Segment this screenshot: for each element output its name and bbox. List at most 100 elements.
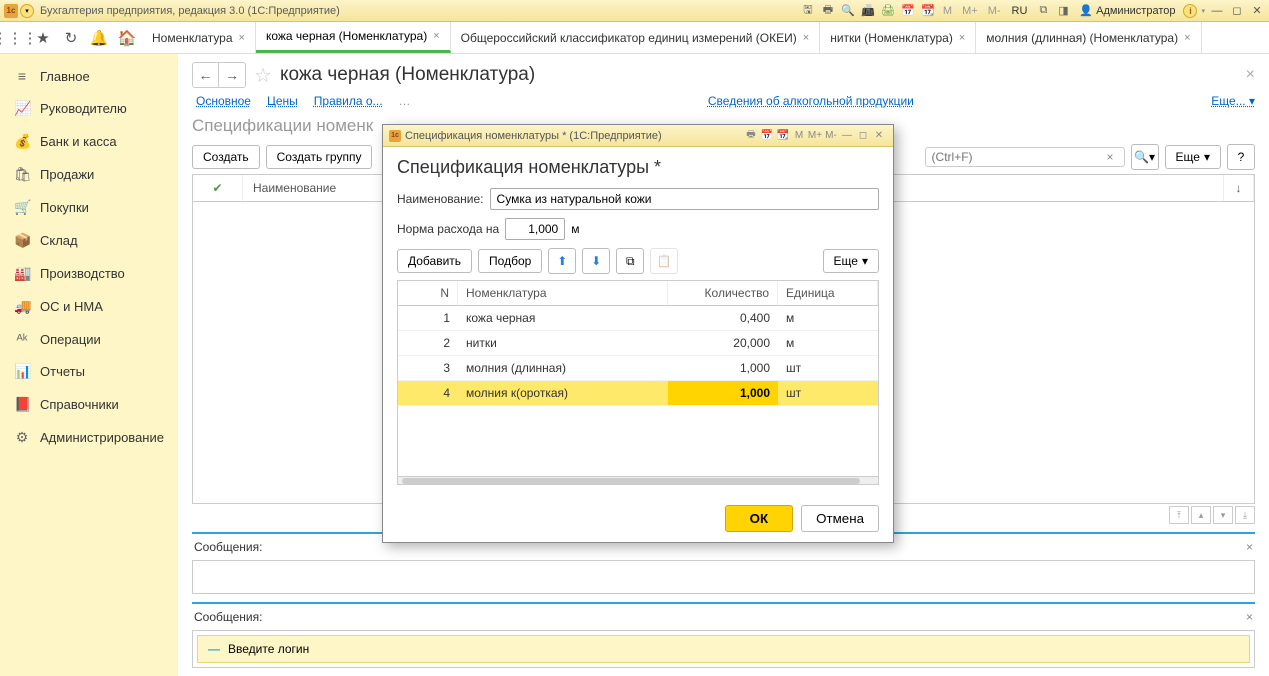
search-box[interactable]: × xyxy=(925,147,1125,167)
close-page-button[interactable]: × xyxy=(1246,66,1255,84)
create-group-button[interactable]: Создать группу xyxy=(266,145,373,169)
calendar2-icon[interactable]: 📆 xyxy=(920,3,936,19)
sidebar-item-1[interactable]: 📈Руководителю xyxy=(0,92,178,125)
sidebar-item-5[interactable]: 📦Склад xyxy=(0,224,178,257)
sidebar-item-2[interactable]: 💰Банк и касса xyxy=(0,125,178,158)
col-qty[interactable]: Количество xyxy=(668,281,778,305)
name-input[interactable] xyxy=(490,188,879,210)
sidebar-item-0[interactable]: ≡Главное xyxy=(0,60,178,92)
sort-down[interactable]: ▾ xyxy=(1213,506,1233,524)
print-icon[interactable]: 🖶 xyxy=(820,3,836,19)
sidebar-item-3[interactable]: 🛍Продажи xyxy=(0,158,178,191)
calendar-icon[interactable]: 📅 xyxy=(900,3,916,19)
mem-m[interactable]: M xyxy=(940,5,955,17)
sort-top[interactable]: ⤒ xyxy=(1169,506,1189,524)
sublink-more[interactable]: Еще... ▾ xyxy=(1211,94,1255,108)
sidebar-item-8[interactable]: ᴬᵏОперации xyxy=(0,323,178,355)
sidebar-item-6[interactable]: 🏭Производство xyxy=(0,257,178,290)
minimize-button[interactable]: — xyxy=(1209,3,1225,19)
system-menu-dropdown[interactable]: ▾ xyxy=(20,4,34,18)
maximize-button[interactable]: ◻ xyxy=(1229,3,1245,19)
dialog-mem-m[interactable]: M xyxy=(791,128,807,144)
message-row[interactable]: — Введите логин xyxy=(197,635,1250,663)
dialog-scrollbar[interactable] xyxy=(398,476,878,484)
sidebar-item-7[interactable]: 🚚ОС и НМА xyxy=(0,290,178,323)
dialog-row-1[interactable]: 2нитки20,000м xyxy=(398,331,878,356)
dialog-minimize[interactable]: — xyxy=(839,128,855,144)
back-button[interactable]: ← xyxy=(193,63,219,87)
sidebar-item-4[interactable]: 🛒Покупки xyxy=(0,191,178,224)
tab-2[interactable]: Общероссийский классификатор единиц изме… xyxy=(451,22,821,53)
col-n[interactable]: N xyxy=(398,281,458,305)
move-down-button[interactable]: ⬇ xyxy=(582,248,610,274)
dialog-close[interactable]: ✕ xyxy=(871,128,887,144)
notifications-icon[interactable]: 🔔 xyxy=(90,29,108,47)
messages-close-2[interactable]: × xyxy=(1246,610,1253,624)
sublink-prices[interactable]: Цены xyxy=(267,94,298,108)
create-button[interactable]: Создать xyxy=(192,145,260,169)
pick-button[interactable]: Подбор xyxy=(478,249,542,273)
paste-button[interactable]: 📋 xyxy=(650,248,678,274)
messages-close-1[interactable]: × xyxy=(1246,540,1253,554)
favorite-star[interactable]: ☆ xyxy=(254,63,272,88)
sidebar-item-11[interactable]: ⚙Администрирование xyxy=(0,421,178,454)
search-button[interactable]: 🔍▾ xyxy=(1131,144,1159,170)
sidebar-item-10[interactable]: 📕Справочники xyxy=(0,388,178,421)
move-up-button[interactable]: ⬆ xyxy=(548,248,576,274)
tab-close-4[interactable]: × xyxy=(1184,32,1190,44)
tab-close-2[interactable]: × xyxy=(803,32,809,44)
mem-mplus[interactable]: M+ xyxy=(959,5,981,17)
tab-1[interactable]: кожа черная (Номенклатура)× xyxy=(256,22,451,53)
search-top-icon[interactable]: 🔍 xyxy=(840,3,856,19)
info-icon[interactable]: i xyxy=(1183,4,1197,18)
search-input[interactable] xyxy=(932,150,1103,164)
ok-button[interactable]: ОК xyxy=(725,505,794,532)
dialog-more-button[interactable]: Еще ▾ xyxy=(823,249,879,273)
dialog-cal-icon[interactable]: 📅 xyxy=(759,128,775,144)
forward-button[interactable]: → xyxy=(219,63,245,87)
home-icon[interactable]: 🏠 xyxy=(118,29,136,47)
save-icon[interactable]: 🖫 xyxy=(800,3,816,19)
col-nom[interactable]: Номенклатура xyxy=(458,281,668,305)
dialog-row-3[interactable]: 4молния к(ороткая)1,000шт xyxy=(398,381,878,406)
dialog-cal2-icon[interactable]: 📆 xyxy=(775,128,791,144)
mem-mminus[interactable]: M- xyxy=(985,5,1004,17)
more-button[interactable]: Еще ▾ xyxy=(1165,145,1221,169)
sublink-alc[interactable]: Сведения об алкогольной продукции xyxy=(708,94,914,108)
lang-indicator[interactable]: RU xyxy=(1008,5,1032,17)
scrollbar-thumb[interactable] xyxy=(402,478,860,484)
search-clear[interactable]: × xyxy=(1103,150,1118,164)
dialog-grid[interactable]: N Номенклатура Количество Единица 1кожа … xyxy=(397,280,879,485)
cancel-button[interactable]: Отмена xyxy=(801,505,879,532)
sort-up[interactable]: ▴ xyxy=(1191,506,1211,524)
apps-icon[interactable]: ⋮⋮⋮ xyxy=(6,29,24,47)
tab-0[interactable]: Номенклатура× xyxy=(142,22,256,53)
panel-icon[interactable]: ◨ xyxy=(1055,3,1071,19)
windows-icon[interactable]: ⧉ xyxy=(1035,3,1051,19)
tab-close-0[interactable]: × xyxy=(239,32,245,44)
tab-close-3[interactable]: × xyxy=(959,32,965,44)
calc-icon[interactable]: 📠 xyxy=(860,3,876,19)
dialog-print-icon[interactable]: 🖶 xyxy=(743,128,759,144)
sidebar-item-9[interactable]: 📊Отчеты xyxy=(0,355,178,388)
grid-col-sort[interactable]: ↓ xyxy=(1224,175,1254,201)
dialog-maximize[interactable]: ◻ xyxy=(855,128,871,144)
grid-col-check[interactable]: ✔ xyxy=(193,175,243,201)
sort-bottom[interactable]: ⤓ xyxy=(1235,506,1255,524)
add-row-button[interactable]: Добавить xyxy=(397,249,472,273)
copy-button[interactable]: ⧉ xyxy=(616,248,644,274)
tab-4[interactable]: молния (длинная) (Номенклатура)× xyxy=(976,22,1201,53)
close-window-button[interactable]: ✕ xyxy=(1249,3,1265,19)
dialog-row-2[interactable]: 3молния (длинная)1,000шт xyxy=(398,356,878,381)
help-button[interactable]: ? xyxy=(1227,144,1255,170)
dialog-titlebar[interactable]: 1c Спецификация номенклатуры * (1С:Предп… xyxy=(383,125,893,147)
favorite-icon[interactable]: ★ xyxy=(34,29,52,47)
dialog-row-0[interactable]: 1кожа черная0,400м xyxy=(398,306,878,331)
sublink-main[interactable]: Основное xyxy=(196,94,251,108)
dialog-mem-mminus[interactable]: M- xyxy=(823,128,839,144)
tab-close-1[interactable]: × xyxy=(433,30,439,42)
user-indicator[interactable]: 👤 Администратор xyxy=(1075,4,1179,17)
tab-3[interactable]: нитки (Номенклатура)× xyxy=(820,22,976,53)
history-icon[interactable]: ↻ xyxy=(62,29,80,47)
sublink-rules[interactable]: Правила о... xyxy=(314,94,383,108)
